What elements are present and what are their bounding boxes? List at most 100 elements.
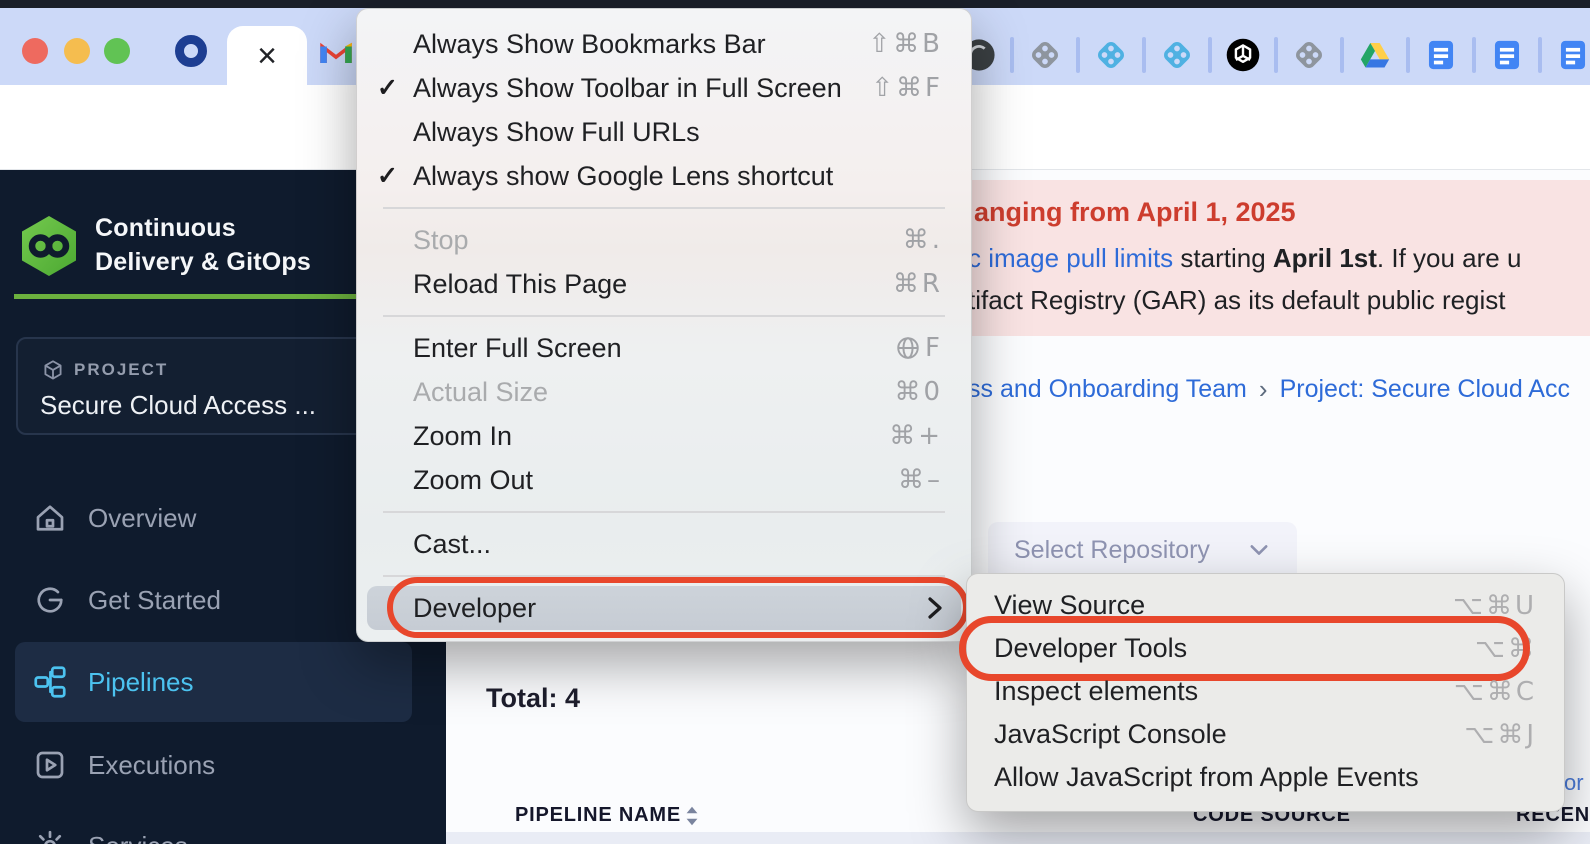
total-count: Total: 4 — [486, 681, 580, 715]
sidebar-item-label: Services — [88, 831, 188, 844]
tab-separator — [1010, 37, 1014, 73]
breadcrumb-separator: › — [1259, 374, 1268, 405]
menu-item-label: Inspect elements — [994, 676, 1198, 707]
sidebar-item-label: Overview — [88, 503, 196, 534]
or-text-fragment: or — [1564, 769, 1584, 797]
menu-item-always-show-full-urls[interactable]: Always Show Full URLs — [367, 110, 961, 154]
google-drive-tab-icon[interactable] — [1358, 38, 1392, 72]
harness-gray-tab-icon[interactable] — [1292, 38, 1326, 72]
menu-item-label: Always Show Toolbar in Full Screen — [413, 73, 842, 104]
banner-text: . If you are u — [1377, 243, 1522, 274]
breadcrumb-project-link[interactable]: Project: Secure Cloud Acc — [1280, 375, 1570, 404]
project-name: Secure Cloud Access ... — [40, 389, 316, 421]
menu-item-label: Actual Size — [413, 377, 548, 408]
sidebar-item-services[interactable]: Services — [0, 806, 446, 844]
select-repository-label: Select Repository — [1014, 536, 1210, 565]
menu-item-label: Developer — [413, 593, 536, 624]
menu-item-label: Always Show Bookmarks Bar — [413, 29, 766, 60]
sidebar-item-label: Pipelines — [88, 667, 194, 698]
sidebar-item-label: Get Started — [88, 585, 221, 616]
menu-item-label: JavaScript Console — [994, 719, 1227, 750]
screen: × — [0, 0, 1590, 844]
banner-bold-date: April 1st — [1273, 243, 1377, 274]
project-selector-card[interactable]: PROJECT Secure Cloud Access ... — [16, 337, 412, 435]
harness-gray-tab-icon[interactable] — [1028, 38, 1062, 72]
harness-blue-tab-icon[interactable] — [1160, 38, 1194, 72]
menu-shortcut: ⌘R — [893, 269, 943, 299]
tab-separator — [1340, 37, 1344, 73]
harness-blue-tab-icon[interactable] — [1094, 38, 1128, 72]
menu-shortcut: ⌥⌘J — [1464, 720, 1537, 750]
get-started-icon — [32, 582, 68, 618]
select-repository-dropdown[interactable]: Select Repository — [988, 522, 1297, 578]
checkmark-icon: ✓ — [377, 161, 413, 191]
menu-separator — [383, 575, 945, 577]
submenu-item-inspect-elements[interactable]: Inspect elements ⌥⌘C — [967, 670, 1564, 713]
sort-icon[interactable] — [680, 803, 704, 829]
menu-shortcut: ⌘. — [903, 225, 943, 255]
checkmark-icon: ✓ — [377, 73, 413, 103]
active-tab[interactable]: × — [227, 26, 307, 85]
submenu-item-view-source[interactable]: View Source ⌥⌘U — [967, 584, 1564, 627]
menu-item-always-show-bookmarks-bar[interactable]: Always Show Bookmarks Bar ⇧⌘B — [367, 22, 961, 66]
home-icon — [32, 500, 68, 536]
menu-item-zoom-in[interactable]: Zoom In ⌘+ — [367, 414, 961, 458]
column-header-pipeline-name[interactable]: PIPELINE NAME — [515, 798, 681, 832]
chatgpt-tab-icon[interactable] — [1226, 38, 1260, 72]
google-docs-tab-icon[interactable] — [1424, 38, 1458, 72]
menu-item-actual-size: Actual Size ⌘0 — [367, 370, 961, 414]
menu-item-label: Zoom Out — [413, 465, 533, 496]
tab-separator — [1208, 37, 1212, 73]
banner-text: starting — [1173, 243, 1273, 274]
menu-item-zoom-out[interactable]: Zoom Out ⌘– — [367, 458, 961, 502]
window-close-button[interactable] — [22, 38, 48, 64]
window-minimize-button[interactable] — [64, 38, 90, 64]
menu-shortcut-key: F — [925, 333, 943, 363]
breadcrumb-org-link[interactable]: ss and Onboarding Team — [968, 375, 1247, 404]
project-cube-icon — [40, 358, 66, 384]
table-body-strip — [446, 832, 1590, 844]
gmail-tab-icon[interactable] — [318, 37, 354, 65]
window-top-edge — [0, 0, 1590, 8]
menu-item-label: Always show Google Lens shortcut — [413, 161, 833, 192]
menu-item-label: Always Show Full URLs — [413, 117, 700, 148]
menu-separator — [383, 315, 945, 317]
close-tab-icon[interactable]: × — [227, 26, 307, 85]
menu-item-stop: Stop ⌘. — [367, 218, 961, 262]
menu-item-label: Allow JavaScript from Apple Events — [994, 762, 1419, 793]
menu-item-always-show-toolbar-in-full-screen[interactable]: ✓ Always Show Toolbar in Full Screen ⇧⌘F — [367, 66, 961, 110]
project-label: PROJECT — [74, 358, 168, 382]
sidebar-item-executions[interactable]: Executions — [0, 725, 446, 805]
executions-icon — [32, 747, 68, 783]
menu-shortcut: ⇧⌘F — [871, 73, 943, 103]
chevron-down-icon — [1247, 538, 1271, 562]
ring-favicon-tab[interactable] — [175, 35, 207, 67]
google-docs-tab-icon[interactable] — [1556, 38, 1590, 72]
menu-item-label: View Source — [994, 590, 1145, 621]
menu-shortcut: ⌘+ — [889, 421, 943, 451]
menu-item-reload-this-page[interactable]: Reload This Page ⌘R — [367, 262, 961, 306]
window-zoom-button[interactable] — [104, 38, 130, 64]
menu-shortcut: F — [895, 333, 943, 363]
banner-line3: tifact Registry (GAR) as its default pub… — [968, 282, 1506, 318]
menu-shortcut: ⌘– — [898, 465, 943, 495]
menu-item-enter-full-screen[interactable]: Enter Full Screen F — [367, 326, 961, 370]
menu-item-label: Reload This Page — [413, 269, 627, 300]
menu-shortcut: ⇧⌘B — [868, 29, 943, 59]
menu-shortcut: ⌘0 — [894, 377, 943, 407]
submenu-item-developer-tools[interactable]: Developer Tools ⌥⌘ — [967, 627, 1564, 670]
tab-separator — [1142, 37, 1146, 73]
menu-item-always-show-google-lens-shortcut[interactable]: ✓ Always show Google Lens shortcut — [367, 154, 961, 198]
google-docs-tab-icon[interactable] — [1490, 38, 1524, 72]
menu-shortcut: ⌥⌘C — [1454, 677, 1537, 707]
tab-separator — [1472, 37, 1476, 73]
submenu-arrow-icon — [927, 596, 943, 620]
menu-item-developer[interactable]: Developer — [367, 586, 961, 630]
tab-separator — [1406, 37, 1410, 73]
submenu-item-allow-javascript-from-apple-events[interactable]: Allow JavaScript from Apple Events — [967, 756, 1564, 799]
banner-link[interactable]: c image pull limits — [968, 243, 1173, 274]
sidebar-item-pipelines[interactable]: Pipelines — [15, 642, 412, 722]
submenu-item-javascript-console[interactable]: JavaScript Console ⌥⌘J — [967, 713, 1564, 756]
banner-line2: c image pull limits starting April 1st. … — [968, 240, 1521, 276]
menu-item-cast[interactable]: Cast... — [367, 522, 961, 566]
